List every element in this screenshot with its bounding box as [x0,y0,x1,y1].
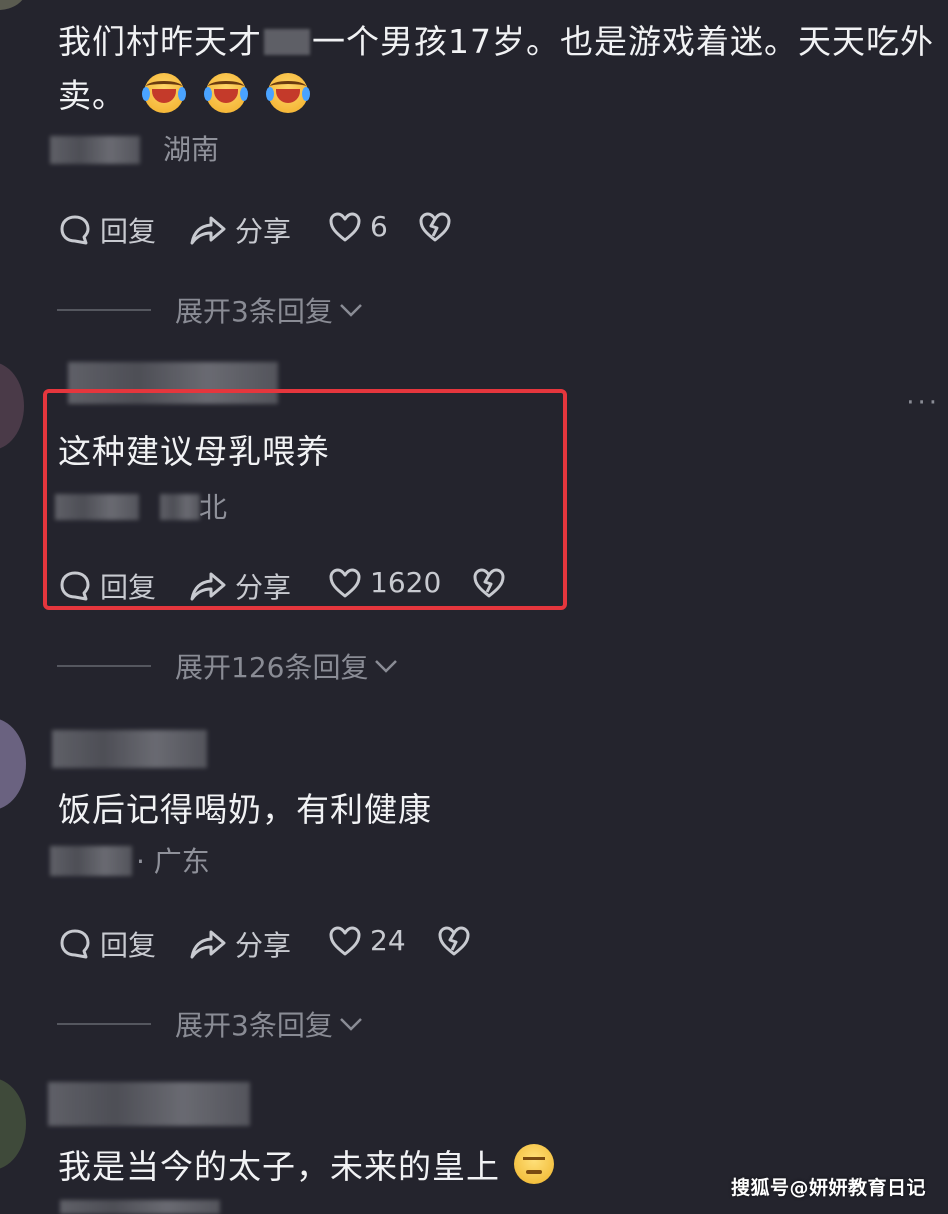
comment-bubble-icon [60,929,90,959]
broken-heart-icon [473,568,505,598]
redacted-block [264,29,310,55]
expand-label: 展开3条回复 [175,295,333,328]
broken-heart-icon [419,212,451,242]
redacted-meta [55,494,139,520]
share-arrow-icon [190,216,226,245]
like-count: 1620 [370,566,442,599]
chevron-down-icon [339,1018,362,1031]
reply-button[interactable]: 回复 [58,924,156,964]
share-arrow-icon [190,930,226,959]
redacted-meta [50,136,140,164]
like-button[interactable]: 6 [328,210,388,243]
share-label: 分享 [235,571,292,604]
comment-location: 北 [199,491,228,524]
comment-text-part: 我是当今的太子，未来的皇上 [58,1147,500,1186]
laugh-cry-emoji [266,73,310,113]
reply-button[interactable]: 回复 [58,566,156,606]
redacted-username [52,730,207,768]
expand-replies[interactable]: 展开3条回复 [57,1004,365,1044]
share-label: 分享 [235,929,292,962]
share-arrow-icon [190,572,226,601]
comment-location: 湖南 [163,133,220,166]
expand-replies[interactable]: 展开3条回复 [57,290,365,330]
comment-text: 我是当今的太子，未来的皇上 [58,1144,554,1189]
redacted-meta [160,494,200,520]
avatar[interactable] [0,1078,26,1170]
share-button[interactable]: 分享 [189,924,291,964]
dislike-button[interactable] [437,925,471,957]
divider-line [57,665,151,667]
more-options-icon[interactable]: ··· [906,388,940,418]
like-button[interactable]: 24 [328,924,406,957]
comment-text-part: 卖。 [58,76,126,115]
avatar[interactable] [0,0,26,10]
reply-label: 回复 [100,571,157,604]
redacted-meta [60,1200,220,1214]
heart-icon [329,212,361,241]
watermark: 搜狐号@妍妍教育日记 [730,1177,926,1199]
divider-line [57,1023,151,1025]
expand-label: 展开126条回复 [175,651,369,684]
comment-text-part: 我们村昨天才 [58,22,262,61]
reply-label: 回复 [100,215,157,248]
like-count: 24 [370,924,406,957]
reply-label: 回复 [100,929,157,962]
share-button[interactable]: 分享 [189,566,291,606]
like-button[interactable]: 1620 [328,566,441,599]
comment-text: 我们村昨天才 一个男孩17岁。也是游戏着迷。天天吃外 [58,20,938,64]
heart-icon [329,568,361,597]
share-label: 分享 [235,215,292,248]
reply-button[interactable]: 回复 [58,210,156,250]
heart-icon [329,926,361,955]
comment-bubble-icon [60,215,90,245]
like-count: 6 [370,210,388,243]
chevron-down-icon [375,660,398,673]
share-button[interactable]: 分享 [189,210,291,250]
laugh-cry-emoji [142,73,186,113]
divider-line [57,309,151,311]
expand-label: 展开3条回复 [175,1009,333,1042]
comment-text: 这种建议母乳喂养 [58,432,330,471]
sulk-emoji [514,1144,554,1184]
broken-heart-icon [438,926,470,956]
avatar[interactable] [0,718,26,810]
comment-bubble-icon [60,571,90,601]
dislike-button[interactable] [418,211,452,243]
comment-text-part: 一个男孩17岁。也是游戏着迷。天天吃外 [312,22,934,61]
dislike-button[interactable] [472,567,506,599]
expand-replies[interactable]: 展开126条回复 [57,646,400,686]
comment-location: · 广东 [136,845,210,878]
chevron-down-icon [339,304,362,317]
comment-text-line2: 卖。 [58,73,310,118]
redacted-username [48,1082,250,1126]
laugh-cry-emoji [204,73,248,113]
avatar[interactable] [0,362,24,450]
comment-text: 饭后记得喝奶，有利健康 [58,790,432,829]
redacted-meta [50,846,132,876]
